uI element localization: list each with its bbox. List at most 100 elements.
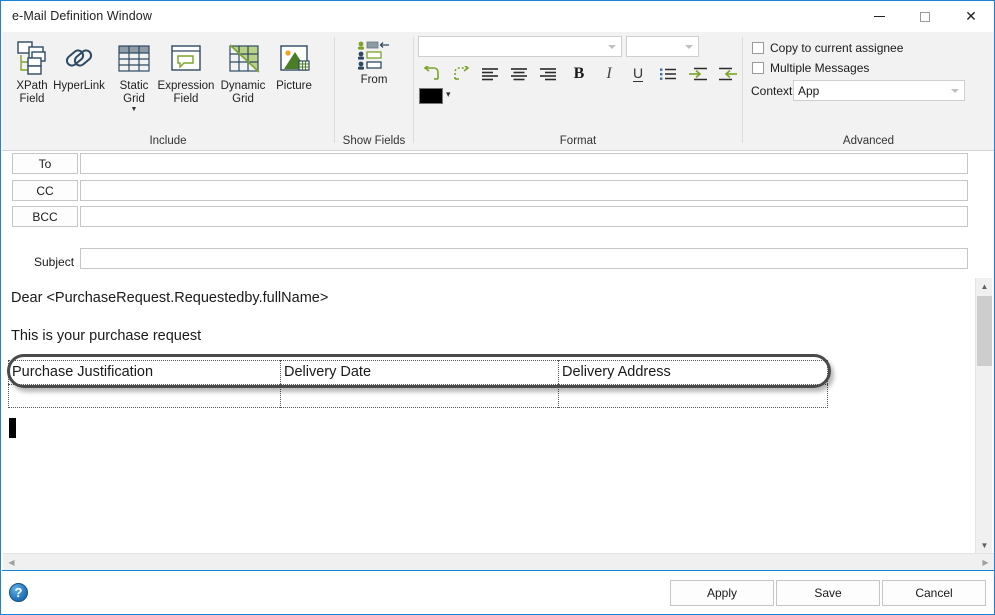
undo-button[interactable] xyxy=(419,62,445,86)
from-field-button[interactable]: From xyxy=(346,38,402,87)
subject-input[interactable] xyxy=(80,248,968,269)
chevron-down-icon[interactable]: ▼ xyxy=(131,106,138,113)
indent-decrease-button[interactable] xyxy=(715,62,741,86)
align-right-button[interactable] xyxy=(535,62,561,86)
checkbox-box xyxy=(752,42,764,54)
ribbon-group-label-format: Format xyxy=(559,135,597,147)
indent-increase-icon xyxy=(689,67,707,81)
copy-to-assignee-checkbox[interactable]: Copy to current assignee xyxy=(752,41,903,55)
indent-increase-button[interactable] xyxy=(685,62,711,86)
dynamic-grid-label-1: Dynamic xyxy=(220,80,266,92)
underline-icon: U xyxy=(632,65,644,82)
copy-to-assignee-label: Copy to current assignee xyxy=(770,41,904,55)
dynamic-grid-table[interactable]: Purchase Justification Delivery Date Del… xyxy=(8,360,828,408)
align-left-icon xyxy=(482,68,498,81)
minimize-icon xyxy=(873,16,885,17)
align-center-button[interactable] xyxy=(506,62,532,86)
close-icon: ✕ xyxy=(965,8,977,24)
hyperlink-label: HyperLink xyxy=(53,80,105,92)
chevron-down-icon xyxy=(685,45,693,49)
italic-button[interactable]: I xyxy=(596,62,622,86)
bcc-input[interactable] xyxy=(80,206,968,227)
dynamic-grid-label-2: Grid xyxy=(232,93,254,105)
checkbox-box xyxy=(752,62,764,74)
font-size-select[interactable] xyxy=(626,36,699,57)
expression-field-button[interactable]: Expression Field xyxy=(154,36,218,106)
ribbon-group-label-show-fields: Show Fields xyxy=(342,135,406,147)
xpath-field-icon xyxy=(12,36,52,78)
redo-button[interactable] xyxy=(448,62,474,86)
table-cell[interactable] xyxy=(280,384,558,408)
bullet-list-icon xyxy=(660,68,676,80)
apply-button[interactable]: Apply xyxy=(670,580,774,606)
ribbon-group-advanced: Copy to current assignee Multiple Messag… xyxy=(743,32,994,150)
picture-label: Picture xyxy=(276,80,312,92)
bcc-button[interactable]: BCC xyxy=(12,206,78,227)
to-input[interactable] xyxy=(80,153,968,174)
expression-field-label-1: Expression xyxy=(157,80,215,92)
scroll-left-icon[interactable]: ◀ xyxy=(3,554,20,571)
editor-horizontal-scrollbar[interactable]: ◀ ▶ xyxy=(3,553,994,570)
ribbon-group-label-advanced: Advanced xyxy=(842,135,895,147)
picture-icon xyxy=(274,36,314,78)
cc-button[interactable]: CC xyxy=(12,180,78,201)
align-left-button[interactable] xyxy=(477,62,503,86)
scroll-down-icon[interactable]: ▼ xyxy=(976,537,993,554)
font-color-button[interactable] xyxy=(419,88,443,104)
table-header-cell: Delivery Date xyxy=(280,360,558,384)
title-bar: e-Mail Definition Window ✕ xyxy=(1,1,994,32)
indent-decrease-icon xyxy=(719,67,737,81)
ribbon-toolbar: XPath Field HyperLink Static Grid ▼ Expr… xyxy=(2,32,994,151)
scroll-right-icon[interactable]: ▶ xyxy=(977,554,994,571)
from-field-label: From xyxy=(360,74,388,86)
hyperlink-button[interactable]: HyperLink xyxy=(51,36,107,93)
vertical-scroll-thumb[interactable] xyxy=(977,296,992,366)
font-family-select[interactable] xyxy=(418,36,622,57)
save-button[interactable]: Save xyxy=(776,580,880,606)
minimize-button[interactable] xyxy=(856,1,902,32)
context-select[interactable]: App xyxy=(793,80,965,101)
table-cell[interactable] xyxy=(558,384,828,408)
window-title: e-Mail Definition Window xyxy=(12,9,152,23)
maximize-button[interactable] xyxy=(902,1,948,32)
dynamic-grid-icon xyxy=(223,36,263,78)
static-grid-icon xyxy=(114,36,154,78)
message-body-editor[interactable]: Dear <PurchaseRequest.Requestedby.fullNa… xyxy=(3,278,972,554)
cc-input[interactable] xyxy=(80,180,968,201)
hyperlink-icon xyxy=(59,36,99,78)
underline-button[interactable]: U xyxy=(625,62,651,86)
bullet-list-button[interactable] xyxy=(655,62,681,86)
expression-field-label-2: Field xyxy=(173,93,199,105)
align-center-icon xyxy=(511,68,527,81)
to-button[interactable]: To xyxy=(12,153,78,174)
editor-vertical-scrollbar[interactable]: ▲ ▼ xyxy=(975,278,992,554)
window-controls: ✕ xyxy=(856,1,994,32)
ribbon-group-include: XPath Field HyperLink Static Grid ▼ Expr… xyxy=(2,32,334,150)
xpath-field-label-1: XPath xyxy=(16,80,48,92)
table-row[interactable] xyxy=(8,384,828,408)
dynamic-grid-button[interactable]: Dynamic Grid xyxy=(215,36,271,106)
chevron-down-icon xyxy=(951,89,959,93)
ribbon-group-label-include: Include xyxy=(149,135,187,147)
cancel-button[interactable]: Cancel xyxy=(882,580,986,606)
picture-button[interactable]: Picture xyxy=(266,36,322,93)
text-caret xyxy=(9,418,16,438)
table-cell[interactable] xyxy=(8,384,280,408)
close-button[interactable]: ✕ xyxy=(948,1,994,32)
bold-button[interactable]: B xyxy=(566,62,592,86)
redo-icon xyxy=(454,66,470,80)
help-icon[interactable]: ? xyxy=(9,583,28,602)
static-grid-label-2: Grid xyxy=(123,93,145,105)
subject-label: Subject xyxy=(34,255,75,269)
static-grid-label-1: Static xyxy=(119,80,149,92)
scroll-up-icon[interactable]: ▲ xyxy=(976,278,993,295)
context-label: Context xyxy=(751,84,793,98)
table-header-row[interactable]: Purchase Justification Delivery Date Del… xyxy=(8,360,828,384)
multiple-messages-checkbox[interactable]: Multiple Messages xyxy=(752,61,869,75)
ribbon-group-show-fields: From Show Fields xyxy=(335,32,413,150)
font-color-dropdown[interactable]: ▾ xyxy=(446,89,451,100)
italic-icon: I xyxy=(606,65,612,82)
chevron-down-icon: ▾ xyxy=(446,89,451,99)
undo-icon xyxy=(423,66,439,80)
multiple-messages-label: Multiple Messages xyxy=(770,61,870,75)
